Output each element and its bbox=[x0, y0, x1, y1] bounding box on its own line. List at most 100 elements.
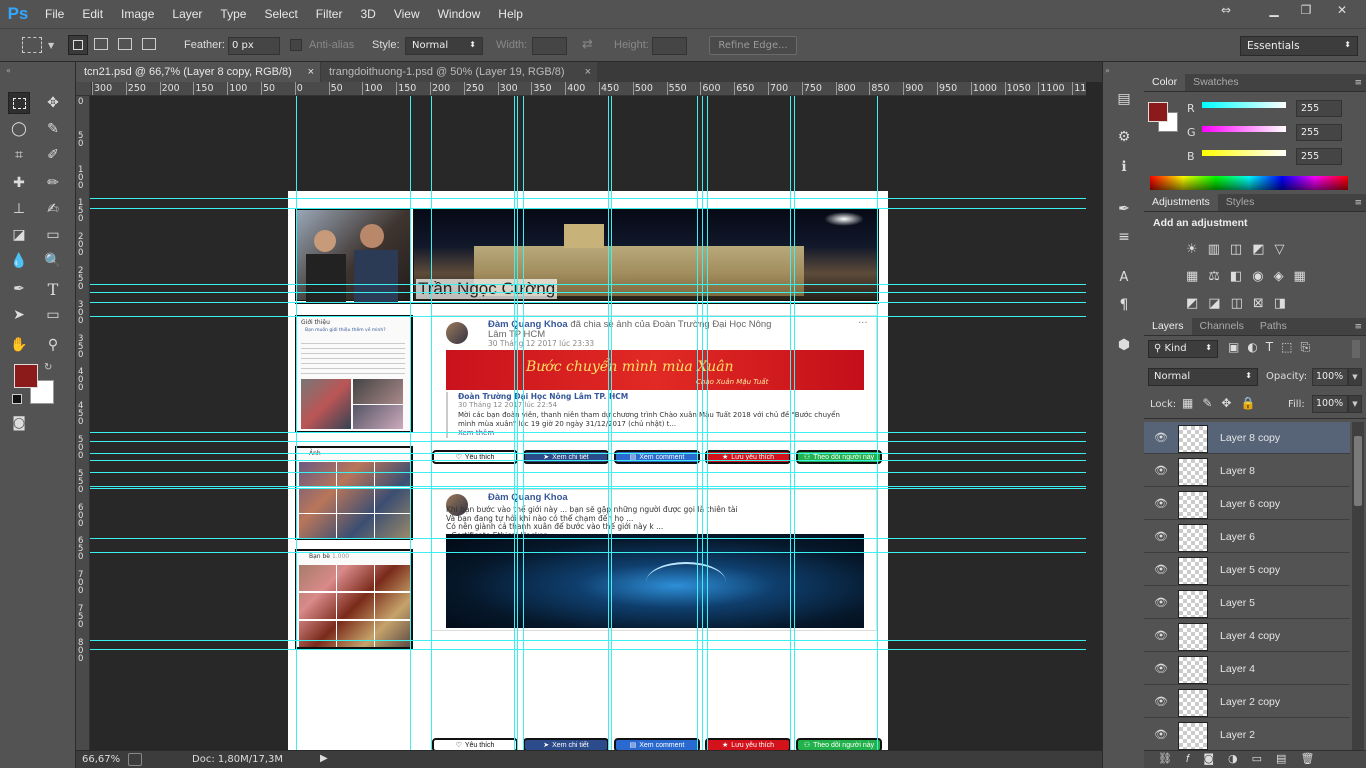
tab-color[interactable]: Color bbox=[1144, 73, 1186, 91]
guide-vertical[interactable] bbox=[611, 96, 612, 750]
guide-vertical[interactable] bbox=[431, 96, 432, 750]
zoom-tool-icon[interactable]: ⚲ bbox=[42, 334, 64, 356]
more-icon[interactable]: ··· bbox=[858, 318, 868, 329]
guide-horizontal[interactable] bbox=[90, 649, 1086, 650]
guide-horizontal[interactable] bbox=[90, 316, 1086, 317]
blend-mode-select[interactable]: Normal ⬍ bbox=[1148, 368, 1258, 386]
layers-scrollbar[interactable] bbox=[1352, 422, 1364, 750]
b-input[interactable]: 255 bbox=[1296, 148, 1342, 165]
menu-select[interactable]: Select bbox=[255, 7, 306, 21]
width-input[interactable] bbox=[532, 37, 567, 55]
menu-filter[interactable]: Filter bbox=[307, 7, 352, 21]
clone-stamp-tool-icon[interactable]: ⊥ bbox=[8, 198, 30, 220]
layer-row[interactable]: 👁 Layer 2 copy bbox=[1144, 686, 1350, 718]
layer-name[interactable]: Layer 5 copy bbox=[1220, 564, 1280, 576]
tab-adjustments[interactable]: Adjustments bbox=[1144, 193, 1218, 211]
guide-vertical[interactable] bbox=[296, 96, 297, 750]
guide-vertical[interactable] bbox=[410, 96, 411, 750]
tab-styles[interactable]: Styles bbox=[1218, 193, 1263, 211]
tab-trangdoithuong[interactable]: trangdoithuong-1.psd @ 50% (Layer 19, RG… bbox=[321, 62, 597, 82]
visibility-eye-icon[interactable]: 👁 bbox=[1154, 662, 1168, 675]
antialias-checkbox[interactable] bbox=[290, 39, 302, 51]
color-spectrum[interactable] bbox=[1150, 176, 1348, 190]
color-fg-swatch[interactable] bbox=[1148, 102, 1168, 122]
layer-name[interactable]: Layer 4 bbox=[1220, 663, 1255, 675]
vertical-ruler[interactable]: 0 50 100 150 200 250 300 350 400 450 500 550 600 650 7… bbox=[76, 96, 90, 750]
crop-tool-icon[interactable]: ⌗ bbox=[8, 144, 30, 166]
layer-name[interactable]: Layer 2 copy bbox=[1220, 696, 1280, 708]
fill-input[interactable]: 100% bbox=[1312, 395, 1348, 413]
fill-dropdown-icon[interactable]: ▼ bbox=[1348, 395, 1362, 413]
layer-filter-icons[interactable]: ▣◐T⬚⎘ bbox=[1228, 340, 1350, 355]
panel-menu-icon[interactable]: ≡ bbox=[1354, 322, 1362, 332]
guide-vertical[interactable] bbox=[514, 96, 515, 750]
brush-panel-icon[interactable]: ✒ bbox=[1113, 198, 1135, 220]
layer-name[interactable]: Layer 6 bbox=[1220, 531, 1255, 543]
layer-row[interactable]: 👁 Layer 5 bbox=[1144, 587, 1350, 619]
tab-swatches[interactable]: Swatches bbox=[1185, 73, 1247, 91]
brush-presets-icon[interactable]: ≡ bbox=[1113, 226, 1135, 248]
visibility-eye-icon[interactable]: 👁 bbox=[1154, 431, 1168, 444]
collapse-toolbox-icon[interactable]: « bbox=[6, 66, 11, 75]
guide-vertical[interactable] bbox=[523, 96, 524, 750]
guide-horizontal[interactable] bbox=[90, 292, 1086, 293]
new-selection-icon[interactable] bbox=[68, 35, 88, 55]
history-panel-icon[interactable]: ▤ bbox=[1113, 88, 1135, 110]
tab-channels[interactable]: Channels bbox=[1192, 317, 1252, 335]
zoom-level[interactable]: 66,67% bbox=[82, 754, 120, 765]
intersect-selection-icon[interactable] bbox=[142, 38, 156, 50]
g-input[interactable]: 255 bbox=[1296, 124, 1342, 141]
canvas-area[interactable]: Trần Ngọc Cường Giới thiệu Bạn muốn giới… bbox=[90, 96, 1086, 750]
info-panel-icon[interactable]: ℹ bbox=[1113, 156, 1135, 178]
layers-footer-icons[interactable]: ⛓𝑓◙◑▭▤🗑 bbox=[1144, 750, 1366, 768]
path-selection-tool-icon[interactable]: ➤ bbox=[8, 304, 30, 326]
visibility-eye-icon[interactable]: 👁 bbox=[1154, 464, 1168, 477]
character-panel-icon[interactable]: A bbox=[1113, 266, 1135, 288]
b-slider[interactable] bbox=[1202, 150, 1286, 156]
menu-help[interactable]: Help bbox=[489, 7, 532, 21]
layer-row[interactable]: 👁 Layer 8 copy bbox=[1144, 422, 1350, 454]
refine-edge-button[interactable]: Refine Edge... bbox=[709, 36, 797, 55]
layer-name[interactable]: Layer 2 bbox=[1220, 729, 1255, 741]
guide-vertical[interactable] bbox=[790, 96, 791, 750]
guide-vertical[interactable] bbox=[794, 96, 795, 750]
default-colors-icon[interactable] bbox=[12, 394, 22, 404]
properties-panel-icon[interactable]: ⚙ bbox=[1113, 126, 1135, 148]
guide-horizontal[interactable] bbox=[90, 302, 1086, 303]
feather-input[interactable]: 0 px bbox=[228, 37, 280, 55]
guide-horizontal[interactable] bbox=[90, 284, 1086, 285]
foreground-color-swatch[interactable] bbox=[14, 364, 38, 388]
guide-horizontal[interactable] bbox=[90, 552, 1086, 553]
guide-horizontal[interactable] bbox=[90, 198, 1086, 199]
guide-vertical[interactable] bbox=[877, 96, 878, 750]
subtract-selection-icon[interactable] bbox=[118, 38, 132, 50]
type-tool-icon[interactable]: T bbox=[42, 278, 64, 300]
swap-colors-icon[interactable]: ↻ bbox=[44, 362, 52, 373]
quick-selection-tool-icon[interactable]: ✎ bbox=[42, 118, 64, 140]
3d-panel-icon[interactable]: ⬢ bbox=[1113, 334, 1135, 356]
menu-file[interactable]: File bbox=[36, 7, 73, 21]
save-favorite-button[interactable]: ★ Lưu yêu thích bbox=[705, 738, 791, 750]
close-tab-icon[interactable]: × bbox=[585, 62, 591, 82]
pen-tool-icon[interactable]: ✒ bbox=[8, 278, 30, 300]
paragraph-panel-icon[interactable]: ¶ bbox=[1113, 294, 1135, 316]
tab-tcn21[interactable]: tcn21.psd @ 66,7% (Layer 8 copy, RGB/8) … bbox=[76, 62, 320, 82]
style-select[interactable]: Normal ⬍ bbox=[405, 37, 483, 55]
layer-name[interactable]: Layer 5 bbox=[1220, 597, 1255, 609]
guide-horizontal[interactable] bbox=[90, 453, 1086, 454]
visibility-eye-icon[interactable]: 👁 bbox=[1154, 563, 1168, 576]
history-brush-tool-icon[interactable]: ✍ bbox=[42, 198, 64, 220]
layer-row[interactable]: 👁 Layer 8 bbox=[1144, 455, 1350, 487]
lock-icons[interactable]: ▦✎✥🔒 bbox=[1182, 396, 1264, 410]
menu-image[interactable]: Image bbox=[112, 7, 163, 21]
guide-horizontal[interactable] bbox=[90, 208, 1086, 209]
close-button[interactable]: ✕ bbox=[1322, 0, 1362, 20]
tab-layers[interactable]: Layers bbox=[1144, 317, 1192, 335]
eraser-tool-icon[interactable]: ◪ bbox=[8, 224, 30, 246]
panel-menu-icon[interactable]: ≡ bbox=[1354, 78, 1362, 88]
menu-view[interactable]: View bbox=[385, 7, 429, 21]
guide-vertical[interactable] bbox=[702, 96, 703, 750]
visibility-eye-icon[interactable]: 👁 bbox=[1154, 497, 1168, 510]
guide-vertical[interactable] bbox=[517, 96, 518, 750]
blur-tool-icon[interactable]: 💧 bbox=[8, 250, 30, 272]
